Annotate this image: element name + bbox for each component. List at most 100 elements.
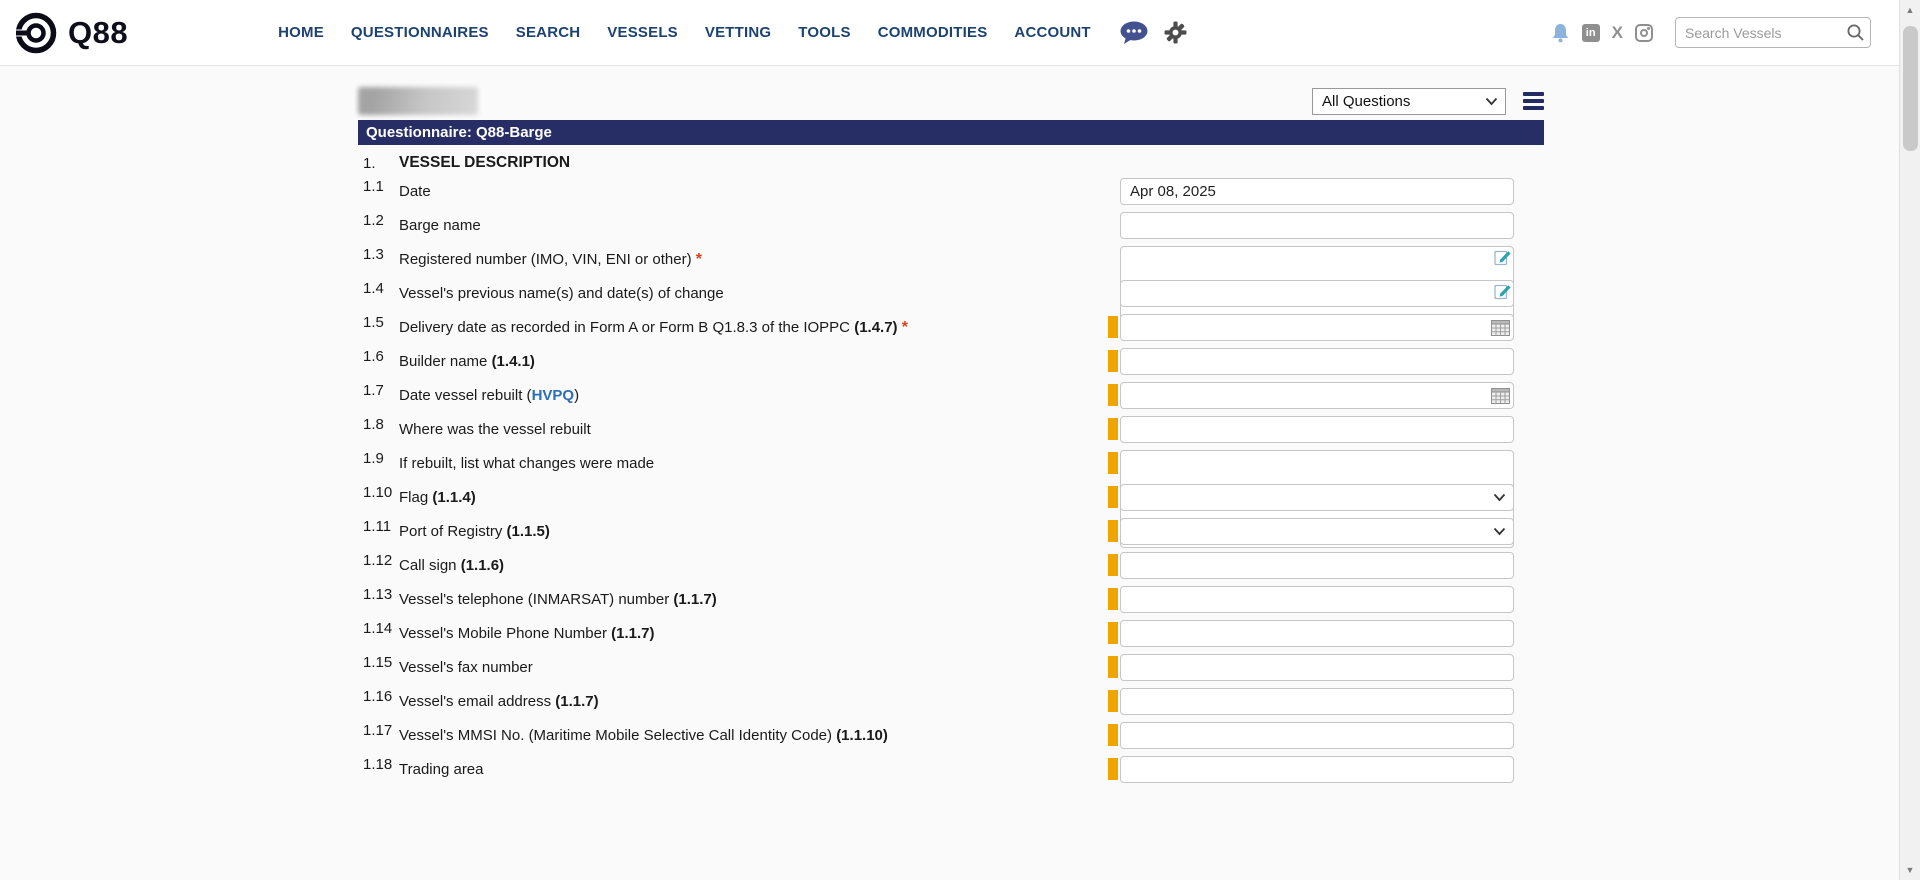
nav-item-tools[interactable]: TOOLS (798, 24, 850, 41)
vertical-scrollbar[interactable]: ▲ ▼ (1899, 0, 1920, 880)
answer-input[interactable] (1120, 620, 1514, 647)
answer-input[interactable] (1120, 756, 1514, 783)
question-row: 1.4Vessel's previous name(s) and date(s)… (358, 280, 1544, 307)
chat-icon[interactable] (1119, 20, 1150, 46)
question-row: 1.1Date (358, 178, 1544, 205)
question-number: 1.16 (358, 688, 399, 715)
nav-item-commodities[interactable]: COMMODITIES (878, 24, 988, 41)
question-row: 1.14Vessel's Mobile Phone Number (1.1.7) (358, 620, 1544, 647)
answer-input[interactable] (1120, 382, 1514, 409)
incomplete-marker (1108, 350, 1118, 372)
question-number: 1.12 (358, 552, 399, 579)
incomplete-marker (1108, 316, 1118, 338)
question-field (1108, 654, 1514, 681)
answer-select[interactable] (1120, 518, 1514, 545)
top-nav: Q88 HOME QUESTIONNAIRES SEARCH VESSELS V… (0, 0, 1899, 66)
nav-item-search[interactable]: SEARCH (516, 24, 581, 41)
answer-input[interactable] (1120, 212, 1514, 239)
questionnaire-panel: All Questions Questionnaire: Q88-Barge 1… (358, 86, 1544, 790)
answer-select[interactable] (1120, 484, 1514, 511)
required-asterisk: * (902, 319, 908, 336)
question-number: 1.3 (358, 246, 399, 273)
linkedin-icon[interactable]: in (1582, 24, 1600, 42)
required-asterisk: * (696, 251, 702, 268)
answer-input[interactable] (1120, 688, 1514, 715)
answer-input[interactable] (1120, 280, 1514, 307)
main-nav: HOME QUESTIONNAIRES SEARCH VESSELS VETTI… (278, 24, 1091, 41)
q88-logo[interactable]: Q88 (14, 11, 128, 55)
question-row: 1.8Where was the vessel rebuilt (358, 416, 1544, 443)
nav-item-account[interactable]: ACCOUNT (1014, 24, 1090, 41)
incomplete-marker (1108, 690, 1118, 712)
search-input[interactable] (1675, 17, 1871, 48)
nav-item-vetting[interactable]: VETTING (705, 24, 771, 41)
question-field (1108, 416, 1514, 443)
nav-right-cluster: in X (1551, 17, 1871, 48)
question-number: 1.10 (358, 484, 399, 511)
incomplete-marker (1108, 724, 1118, 746)
filter-selected-value: All Questions (1322, 93, 1410, 110)
question-row: 1.16Vessel's email address (1.1.7) (358, 688, 1544, 715)
question-number: 1.1 (358, 178, 399, 205)
question-field (1108, 688, 1514, 715)
menu-icon[interactable] (1523, 90, 1544, 112)
question-field (1108, 348, 1514, 375)
search-icon[interactable] (1846, 23, 1865, 42)
edit-icon[interactable] (1494, 282, 1512, 300)
question-filter-select[interactable]: All Questions (1312, 88, 1506, 115)
toolbar-right: All Questions (1312, 88, 1544, 115)
vessel-search (1675, 17, 1871, 48)
question-field (1108, 756, 1514, 783)
q88-logo-icon (14, 11, 58, 55)
edit-icon[interactable] (1494, 248, 1512, 266)
gear-icon[interactable] (1164, 21, 1187, 44)
question-row: 1.12Call sign (1.1.6) (358, 552, 1544, 579)
incomplete-marker (1108, 452, 1118, 474)
question-number: 1.17 (358, 722, 399, 749)
question-row: 1.17Vessel's MMSI No. (Maritime Mobile S… (358, 722, 1544, 749)
question-number: 1.9 (358, 450, 399, 477)
question-number: 1.2 (358, 212, 399, 239)
question-field (1108, 722, 1514, 749)
incomplete-marker (1108, 486, 1118, 508)
question-list: 1.1Date1.2Barge name1.3Registered number… (358, 178, 1544, 783)
question-field (1108, 212, 1514, 239)
calendar-icon[interactable] (1491, 319, 1510, 336)
nav-item-questionnaires[interactable]: QUESTIONNAIRES (351, 24, 489, 41)
redacted-vessel-selector (358, 87, 478, 115)
scroll-down-arrow[interactable]: ▼ (1900, 865, 1920, 875)
answer-input[interactable] (1120, 348, 1514, 375)
answer-input[interactable] (1120, 178, 1514, 205)
scrollbar-thumb[interactable] (1903, 26, 1918, 151)
answer-input[interactable] (1120, 416, 1514, 443)
instagram-icon[interactable] (1635, 24, 1653, 42)
question-number: 1.8 (358, 416, 399, 443)
question-row: 1.15Vessel's fax number (358, 654, 1544, 681)
question-field (1108, 280, 1514, 307)
hvpq-link[interactable]: HVPQ (532, 387, 575, 404)
question-row: 1.5Delivery date as recorded in Form A o… (358, 314, 1544, 341)
nav-item-home[interactable]: HOME (278, 24, 324, 41)
incomplete-marker (1108, 418, 1118, 440)
q88-logo-text: Q88 (68, 15, 128, 51)
question-row: 1.11Port of Registry (1.1.5) (358, 518, 1544, 545)
incomplete-marker (1108, 384, 1118, 406)
question-row: 1.3Registered number (IMO, VIN, ENI or o… (358, 246, 1544, 273)
question-field (1108, 178, 1514, 205)
question-number: 1.4 (358, 280, 399, 307)
question-field (1108, 552, 1514, 579)
section-number: 1. (358, 155, 399, 172)
question-row: 1.10Flag (1.1.4) (358, 484, 1544, 511)
questionnaire-title: Questionnaire: Q88-Barge (358, 120, 1544, 145)
answer-input[interactable] (1120, 552, 1514, 579)
x-twitter-icon[interactable]: X (1612, 24, 1623, 42)
scroll-up-arrow[interactable]: ▲ (1900, 5, 1920, 15)
calendar-icon[interactable] (1491, 387, 1510, 404)
answer-input[interactable] (1120, 654, 1514, 681)
answer-input[interactable] (1120, 314, 1514, 341)
question-field (1108, 484, 1514, 511)
notifications-bell-icon[interactable] (1551, 22, 1570, 44)
answer-input[interactable] (1120, 722, 1514, 749)
nav-item-vessels[interactable]: VESSELS (607, 24, 678, 41)
answer-input[interactable] (1120, 586, 1514, 613)
